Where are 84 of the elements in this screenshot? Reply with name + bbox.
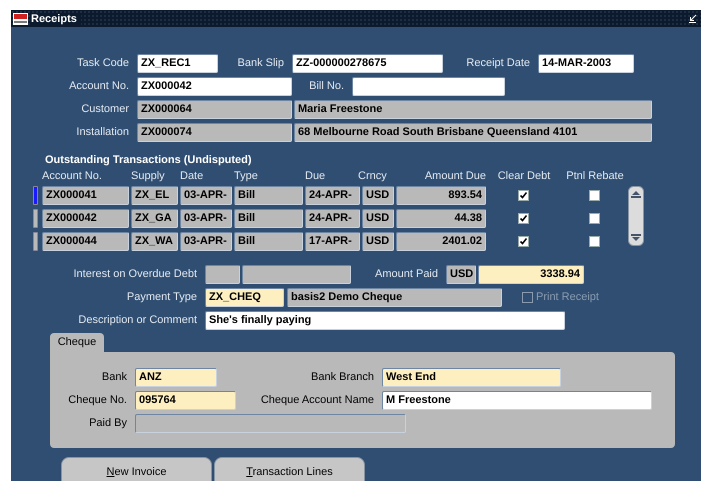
column-header: Amount Due (424, 170, 486, 182)
field-label: Cheque No. (68, 394, 127, 406)
payment-type-field[interactable]: ZX_CHEQ (205, 288, 284, 306)
interest-amount-field[interactable] (242, 264, 351, 284)
table-cell[interactable]: 24-APR- (305, 208, 360, 228)
table-cell[interactable]: 03-APR- (180, 208, 232, 228)
table-cell[interactable]: 03-APR- (180, 186, 232, 204)
address-field[interactable]: 68 Melbourne Road South Brisbane Queensland 4101 (294, 122, 652, 142)
table-cell[interactable]: 03-APR- (180, 232, 232, 250)
field-label: Cheque Account Name (260, 394, 374, 406)
table-cell[interactable]: ZX000042 (42, 208, 129, 228)
tab-button[interactable]: Transaction Lines (214, 457, 365, 481)
checkbox[interactable] (588, 212, 600, 224)
field-label: Installation (76, 126, 129, 138)
field-label: Amount Paid (375, 268, 438, 280)
column-header: Clear Debt (496, 170, 552, 182)
table-cell[interactable]: ZX000044 (42, 232, 129, 250)
cheque-number-field[interactable]: 095764 (135, 390, 236, 410)
field-label: Customer (81, 103, 129, 115)
column-header: Supply (131, 170, 166, 182)
checkbox[interactable] (588, 236, 600, 246)
table-cell[interactable]: 44.38 (396, 208, 486, 228)
field-label: Account No. (69, 80, 129, 92)
account-field[interactable]: ZX000042 (137, 76, 292, 96)
column-header: Account No. (42, 170, 103, 182)
checkbox[interactable] (518, 236, 528, 246)
column-header: Ptnl Rebate (565, 170, 625, 182)
table-cell[interactable]: ZX_GA (131, 208, 178, 228)
receipt-date-field[interactable]: 14-MAR-2003 (538, 54, 634, 72)
section-title: Outstanding Transactions (Undisputed) (45, 154, 253, 167)
table-cell[interactable]: 893.54 (396, 186, 486, 204)
field-label: Bank Slip (238, 57, 284, 69)
row-marker[interactable] (33, 232, 38, 250)
table-cell[interactable]: 2401.02 (396, 232, 486, 250)
task-code-field[interactable]: ZX_REC1 (137, 54, 218, 72)
row-marker[interactable] (33, 186, 38, 204)
scrollbar[interactable] (628, 186, 644, 246)
comment-field[interactable]: She's finally paying (205, 310, 565, 330)
column-header: Crncy (358, 170, 388, 182)
table-cell[interactable]: ZX_EL (131, 186, 178, 204)
window-title: Receipts (31, 12, 81, 24)
bank-field[interactable]: ANZ (135, 368, 217, 386)
currency-field[interactable]: USD (446, 264, 476, 284)
tab-button[interactable]: New Invoice (61, 457, 212, 481)
table-cell[interactable]: ZX000041 (42, 186, 129, 204)
restore-icon[interactable] (689, 14, 697, 23)
table-cell[interactable]: Bill (234, 232, 303, 250)
field-label: Interest on Overdue Debt (73, 268, 197, 280)
field-label: Description or Comment (78, 314, 197, 326)
app-icon (13, 12, 28, 24)
account-name-field[interactable]: M Freestone (382, 390, 652, 410)
checkbox[interactable] (518, 190, 528, 200)
amount-paid-field[interactable]: 3338.94 (478, 264, 584, 284)
field-label: Bank (102, 371, 127, 383)
checkbox-label: Print Receipt (536, 291, 599, 303)
table-cell[interactable]: 24-APR- (305, 186, 360, 204)
checkbox[interactable] (588, 190, 600, 200)
table-cell[interactable]: USD (362, 208, 394, 228)
table-cell[interactable]: 17-APR- (305, 232, 360, 250)
paid-by-field[interactable] (135, 414, 406, 432)
interest-rate-field[interactable] (205, 264, 240, 284)
table-cell[interactable]: Bill (234, 208, 303, 228)
branch-field[interactable]: West End (382, 368, 561, 386)
bank-slip-field[interactable]: ZZ-000000278675 (292, 54, 443, 72)
field-label: Paid By (89, 417, 127, 429)
table-cell[interactable]: USD (362, 232, 394, 250)
payment-name-field[interactable]: basis2 Demo Cheque (287, 288, 502, 306)
table-cell[interactable]: USD (362, 186, 394, 204)
tab[interactable]: Cheque (50, 333, 104, 352)
row-marker[interactable] (33, 208, 38, 228)
customer-name-field[interactable]: Maria Freestone (294, 100, 652, 118)
column-header: Date (180, 170, 204, 182)
customer-code-field[interactable]: ZX000064 (137, 100, 292, 118)
table-cell[interactable]: Bill (234, 186, 303, 204)
field-label: Receipt Date (466, 57, 530, 69)
field-label: Bank Branch (311, 371, 374, 383)
table-cell[interactable]: ZX_WA (131, 232, 178, 250)
field-label: Bill No. (309, 80, 344, 92)
checkbox[interactable] (518, 212, 528, 224)
field-label: Payment Type (126, 291, 197, 303)
bill-field[interactable] (352, 76, 505, 96)
installation-code-field[interactable]: ZX000074 (137, 122, 292, 142)
column-header: Type (234, 170, 259, 182)
field-label: Task Code (77, 57, 129, 69)
